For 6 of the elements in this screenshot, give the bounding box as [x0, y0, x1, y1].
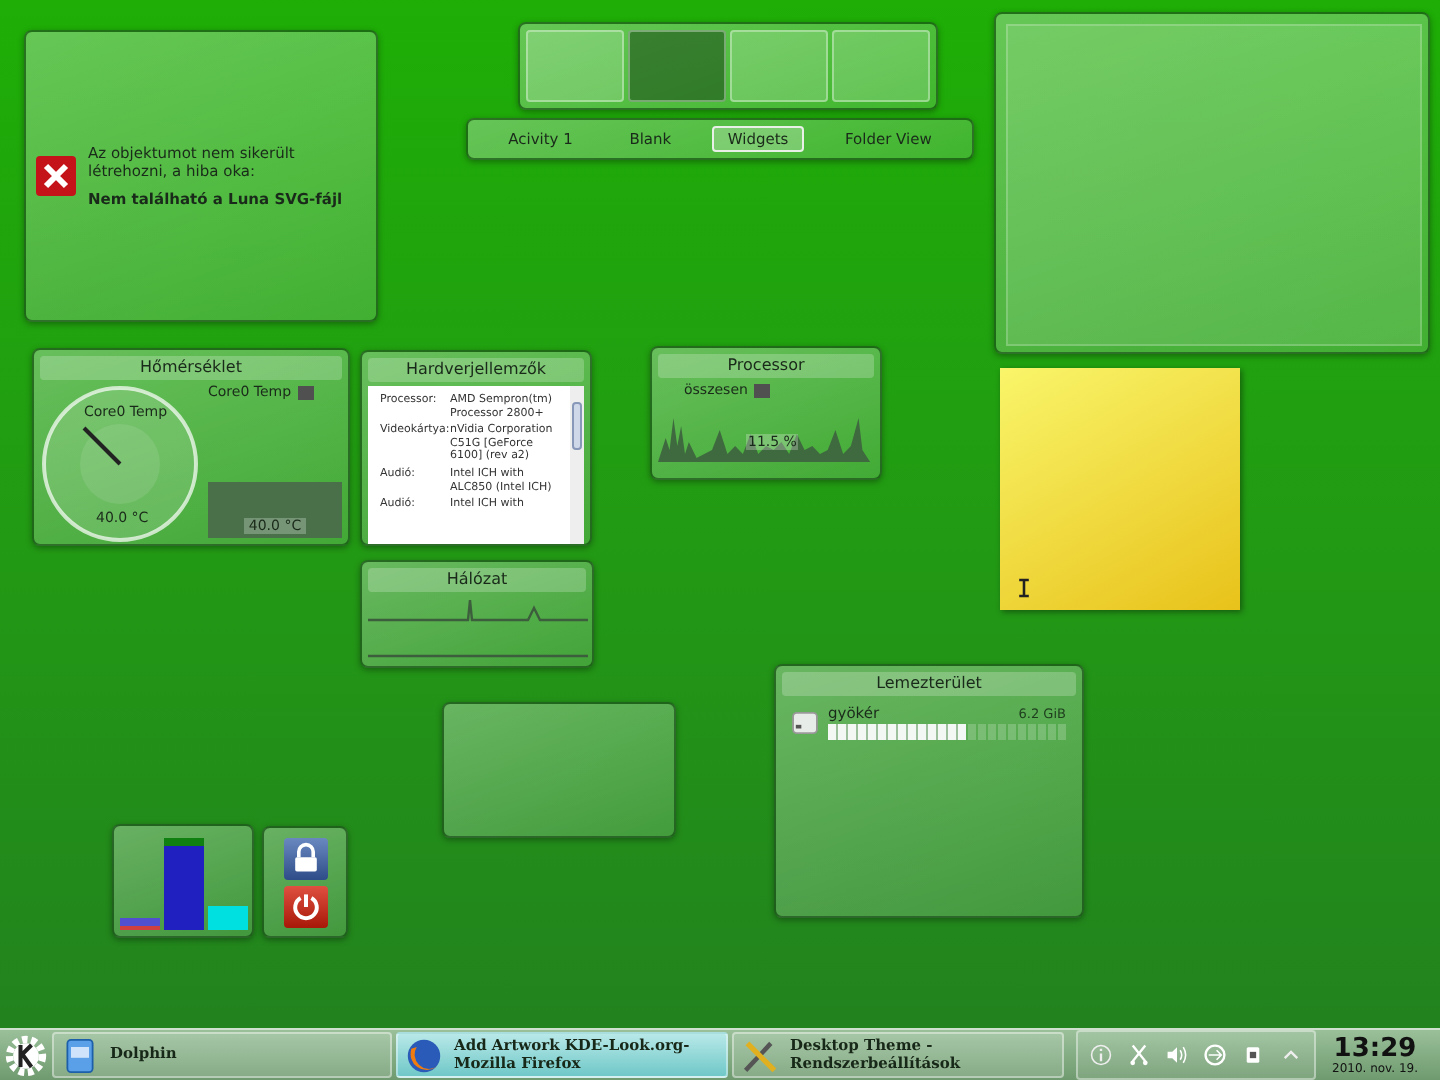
- widget-title: Lemezterület: [782, 672, 1076, 696]
- widget-title: Hálózat: [368, 568, 586, 592]
- widget-title: Hőmérséklet: [40, 356, 342, 380]
- widget-title: Processor: [658, 354, 874, 378]
- widget-title: Hardverjellemzők: [368, 358, 584, 382]
- clock-time: 13:29: [1333, 1035, 1417, 1061]
